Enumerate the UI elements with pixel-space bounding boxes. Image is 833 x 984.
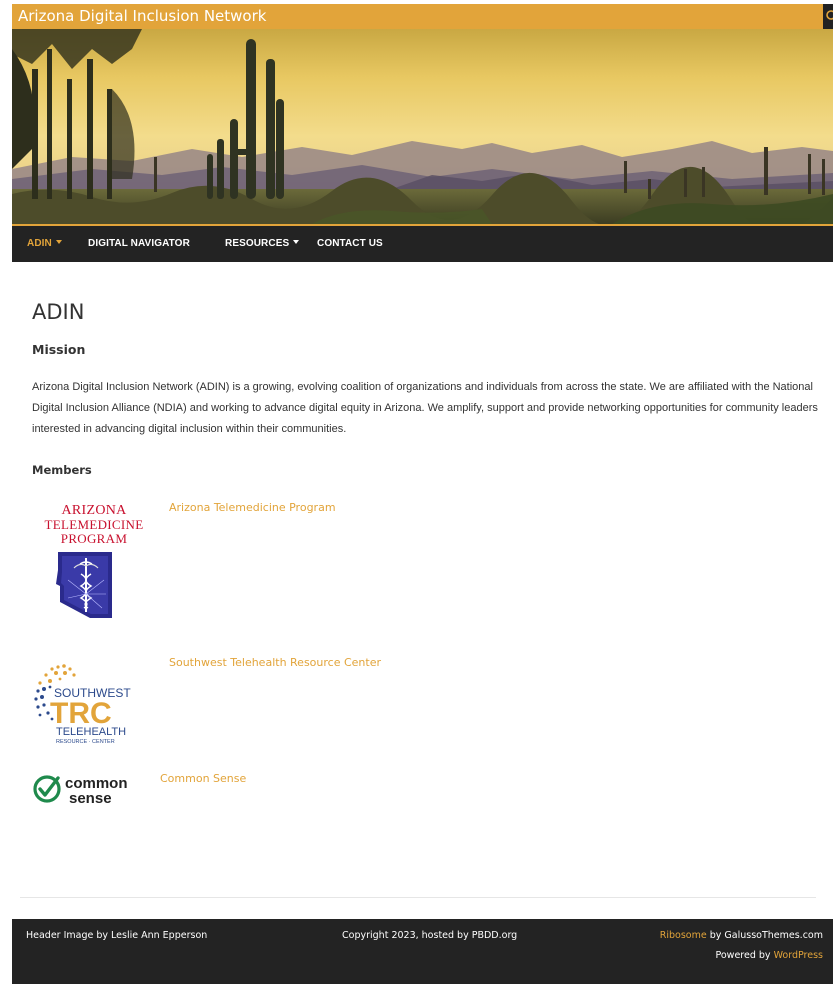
nav-item-contact-us[interactable]: CONTACT US <box>317 238 383 249</box>
site-title-bar: Arizona Digital Inclusion Network <box>12 4 823 29</box>
southwest-telehealth-logo[interactable]: SOUTHWEST TRC TELEHEALTH RESOURCE · CENT… <box>32 661 157 746</box>
footer-theme-credit: Ribosome by GalussoThemes.com <box>660 930 823 941</box>
nav-item-adin-label: ADIN <box>27 238 52 249</box>
logo-line: TELEMEDICINE <box>44 517 144 532</box>
theme-by-text: by GalussoThemes.com <box>706 930 823 941</box>
mission-paragraph: Arizona Digital Inclusion Network (ADIN)… <box>32 381 818 435</box>
member-link-common-sense[interactable]: Common Sense <box>160 772 246 785</box>
arizona-telemedicine-logo[interactable]: ARIZONA TELEMEDICINE PROGRAM <box>34 504 154 619</box>
theme-link[interactable]: Ribosome <box>660 930 707 941</box>
swtrc-resource-center-text: RESOURCE · CENTER <box>56 739 115 745</box>
logo-line: ARIZONA <box>61 503 127 518</box>
common-sense-logo-graphic: common sense <box>33 775 128 807</box>
member-link-arizona-telemedicine[interactable]: Arizona Telemedicine Program <box>169 501 336 514</box>
nav-item-digital-navigator[interactable]: DIGITAL NAVIGATOR <box>88 238 190 249</box>
nav-item-adin[interactable]: ADIN <box>27 238 62 249</box>
header-image <box>12 29 833 224</box>
arizona-caduceus-icon <box>56 552 112 618</box>
footer-copyright: Copyright 2023, hosted by PBDD.org <box>342 930 518 941</box>
nav-item-resources-label: RESOURCES <box>225 238 290 249</box>
common-sense-word-sense: sense <box>69 790 112 807</box>
members-heading: Members <box>32 463 92 477</box>
footer-powered-by: Powered by WordPress <box>715 950 823 961</box>
page-title: ADIN <box>32 300 85 324</box>
powered-by-text: Powered by <box>715 950 774 961</box>
content-divider <box>20 897 816 898</box>
site-title[interactable]: Arizona Digital Inclusion Network <box>18 7 266 25</box>
mission-heading: Mission <box>32 342 86 357</box>
southwest-trc-logo-graphic: SOUTHWEST TRC TELEHEALTH RESOURCE · CENT… <box>34 664 131 745</box>
chevron-down-icon <box>55 240 62 245</box>
footer-header-image-credit: Header Image by Leslie Ann Epperson <box>26 930 208 941</box>
nav-item-contact-us-label: CONTACT US <box>317 238 383 249</box>
chevron-down-icon <box>293 240 300 245</box>
member-link-southwest-telehealth[interactable]: Southwest Telehealth Resource Center <box>169 656 381 669</box>
page-frame: Arizona Digital Inclusion Network ADIN D… <box>12 4 833 984</box>
common-sense-logo[interactable]: common sense <box>32 769 152 809</box>
wordpress-link[interactable]: WordPress <box>774 950 823 961</box>
site-footer: Header Image by Leslie Ann Epperson Copy… <box>12 919 833 984</box>
search-icon[interactable] <box>823 4 833 29</box>
arizona-telemedicine-logo-text: ARIZONA TELEMEDICINE PROGRAM <box>34 504 154 546</box>
main-navigation: ADIN DIGITAL NAVIGATOR RESOURCES CONTACT… <box>12 224 833 262</box>
swtrc-telehealth-text: TELEHEALTH <box>56 726 126 738</box>
logo-line: PROGRAM <box>60 531 128 546</box>
nav-item-digital-navigator-label: DIGITAL NAVIGATOR <box>88 238 190 249</box>
nav-item-resources[interactable]: RESOURCES <box>225 238 300 249</box>
